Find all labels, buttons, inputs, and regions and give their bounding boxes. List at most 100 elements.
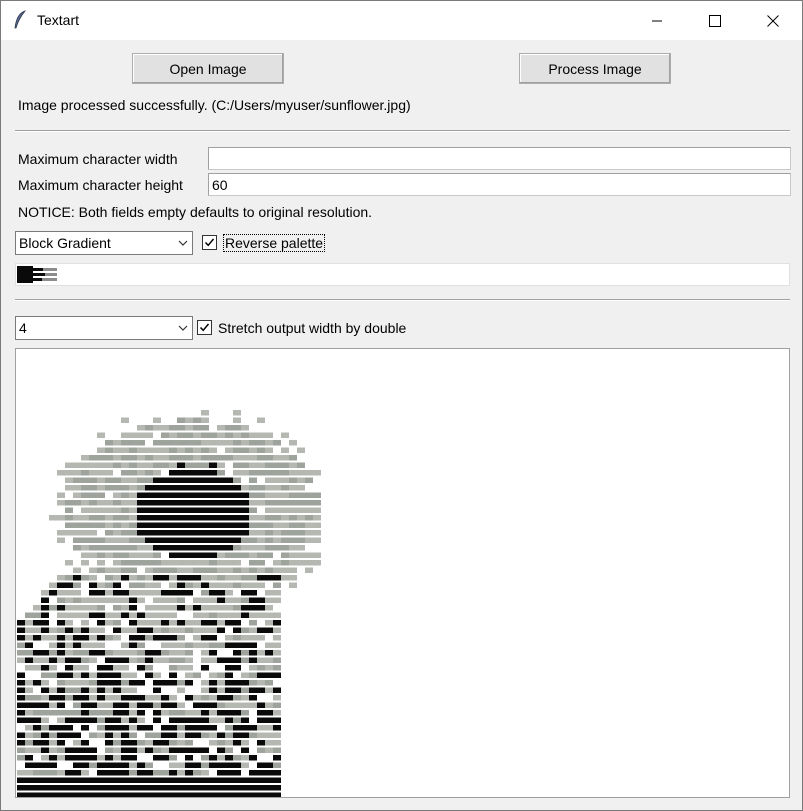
ascii-cell [89, 500, 97, 506]
ascii-cell [73, 477, 81, 483]
ascii-cell [153, 717, 161, 723]
ascii-cell [153, 575, 161, 581]
stretch-width-checkbox[interactable] [197, 320, 212, 335]
stretch-width-label[interactable]: Stretch output width by double [218, 320, 406, 336]
ascii-cell [201, 785, 209, 791]
ascii-cell [73, 627, 81, 633]
ascii-cell [57, 777, 65, 783]
ascii-cell [185, 627, 193, 633]
ascii-cell [257, 725, 265, 731]
height-field[interactable] [208, 173, 791, 196]
ascii-cell [313, 500, 321, 506]
ascii-cell [121, 485, 129, 491]
ascii-cell [137, 537, 145, 543]
ascii-cell [121, 627, 129, 633]
ascii-cell [121, 732, 129, 738]
ascii-cell [193, 785, 201, 791]
ascii-cell [297, 500, 305, 506]
ascii-cell [169, 612, 177, 618]
ascii-cell [177, 710, 185, 716]
ascii-cell [257, 702, 265, 708]
ascii-cell [169, 515, 177, 521]
ascii-cell [185, 447, 193, 453]
ascii-cell [25, 665, 33, 671]
width-field[interactable] [208, 147, 791, 170]
ascii-cell [89, 537, 97, 543]
ascii-cell [313, 552, 321, 558]
ascii-cell [273, 687, 281, 693]
ascii-cell [249, 530, 257, 536]
process-image-button[interactable]: Process Image [519, 53, 671, 84]
maximize-button[interactable] [686, 1, 744, 40]
ascii-cell [113, 530, 121, 536]
ascii-cell [97, 545, 105, 551]
ascii-cell [257, 635, 265, 641]
ascii-cell [145, 582, 153, 588]
ascii-cell [273, 470, 281, 476]
ascii-cell [25, 642, 33, 648]
ascii-cell [177, 462, 185, 468]
ascii-cell [185, 455, 193, 461]
ascii-cell [65, 582, 73, 588]
ascii-cell [281, 500, 289, 506]
ascii-cell [17, 732, 25, 738]
ascii-cell [201, 650, 209, 656]
ascii-cell [33, 785, 41, 791]
ascii-cell [241, 695, 249, 701]
ascii-cell [249, 537, 257, 543]
ascii-cell [249, 792, 257, 797]
ascii-cell [249, 500, 257, 506]
ascii-cell [129, 552, 137, 558]
ascii-cell [145, 530, 153, 536]
ascii-cell [249, 492, 257, 498]
ascii-cell [89, 785, 97, 791]
ascii-cell [161, 597, 169, 603]
close-button[interactable] [744, 1, 802, 40]
ascii-cell [201, 612, 209, 618]
ascii-cell [265, 702, 273, 708]
palette-preview-glyphs [17, 266, 57, 283]
ascii-cell [129, 597, 137, 603]
ascii-cell [265, 687, 273, 693]
ascii-cell [265, 747, 273, 753]
ascii-cell [81, 507, 89, 513]
ascii-cell [193, 447, 201, 453]
ascii-cell [25, 702, 33, 708]
ascii-cell [265, 785, 273, 791]
ascii-cell [73, 740, 81, 746]
ascii-cell [153, 680, 161, 686]
ascii-cell [49, 515, 57, 521]
ascii-cell [161, 792, 169, 797]
ascii-cell [185, 642, 193, 648]
ascii-cell [185, 417, 193, 423]
ascii-cell [121, 747, 129, 753]
ascii-cell [169, 462, 177, 468]
ascii-cell [185, 680, 193, 686]
ascii-cell [65, 620, 73, 626]
ascii-cell [57, 492, 65, 498]
ascii-cell [313, 507, 321, 513]
ascii-cell [217, 672, 225, 678]
ascii-cell [241, 582, 249, 588]
ascii-cell [265, 657, 273, 663]
ascii-cell [65, 530, 73, 536]
minimize-button[interactable] [628, 1, 686, 40]
ascii-cell [169, 477, 177, 483]
ascii-cell [57, 582, 65, 588]
ascii-output-area[interactable] [15, 348, 790, 798]
ascii-cell [137, 777, 145, 783]
ascii-cell [169, 500, 177, 506]
font-size-select[interactable]: 4 [15, 316, 193, 340]
ascii-cell [169, 747, 177, 753]
ascii-cell [73, 597, 81, 603]
reverse-palette-label[interactable]: Reverse palette [223, 234, 326, 252]
ascii-cell [289, 575, 297, 581]
open-image-button[interactable]: Open Image [132, 53, 284, 84]
ascii-cell [33, 732, 41, 738]
title-bar[interactable]: Textart [1, 1, 802, 40]
ascii-cell [249, 522, 257, 528]
ascii-cell [209, 545, 217, 551]
reverse-palette-checkbox[interactable] [202, 235, 217, 250]
ascii-cell [217, 440, 225, 446]
palette-select[interactable]: Block Gradient [15, 231, 193, 255]
